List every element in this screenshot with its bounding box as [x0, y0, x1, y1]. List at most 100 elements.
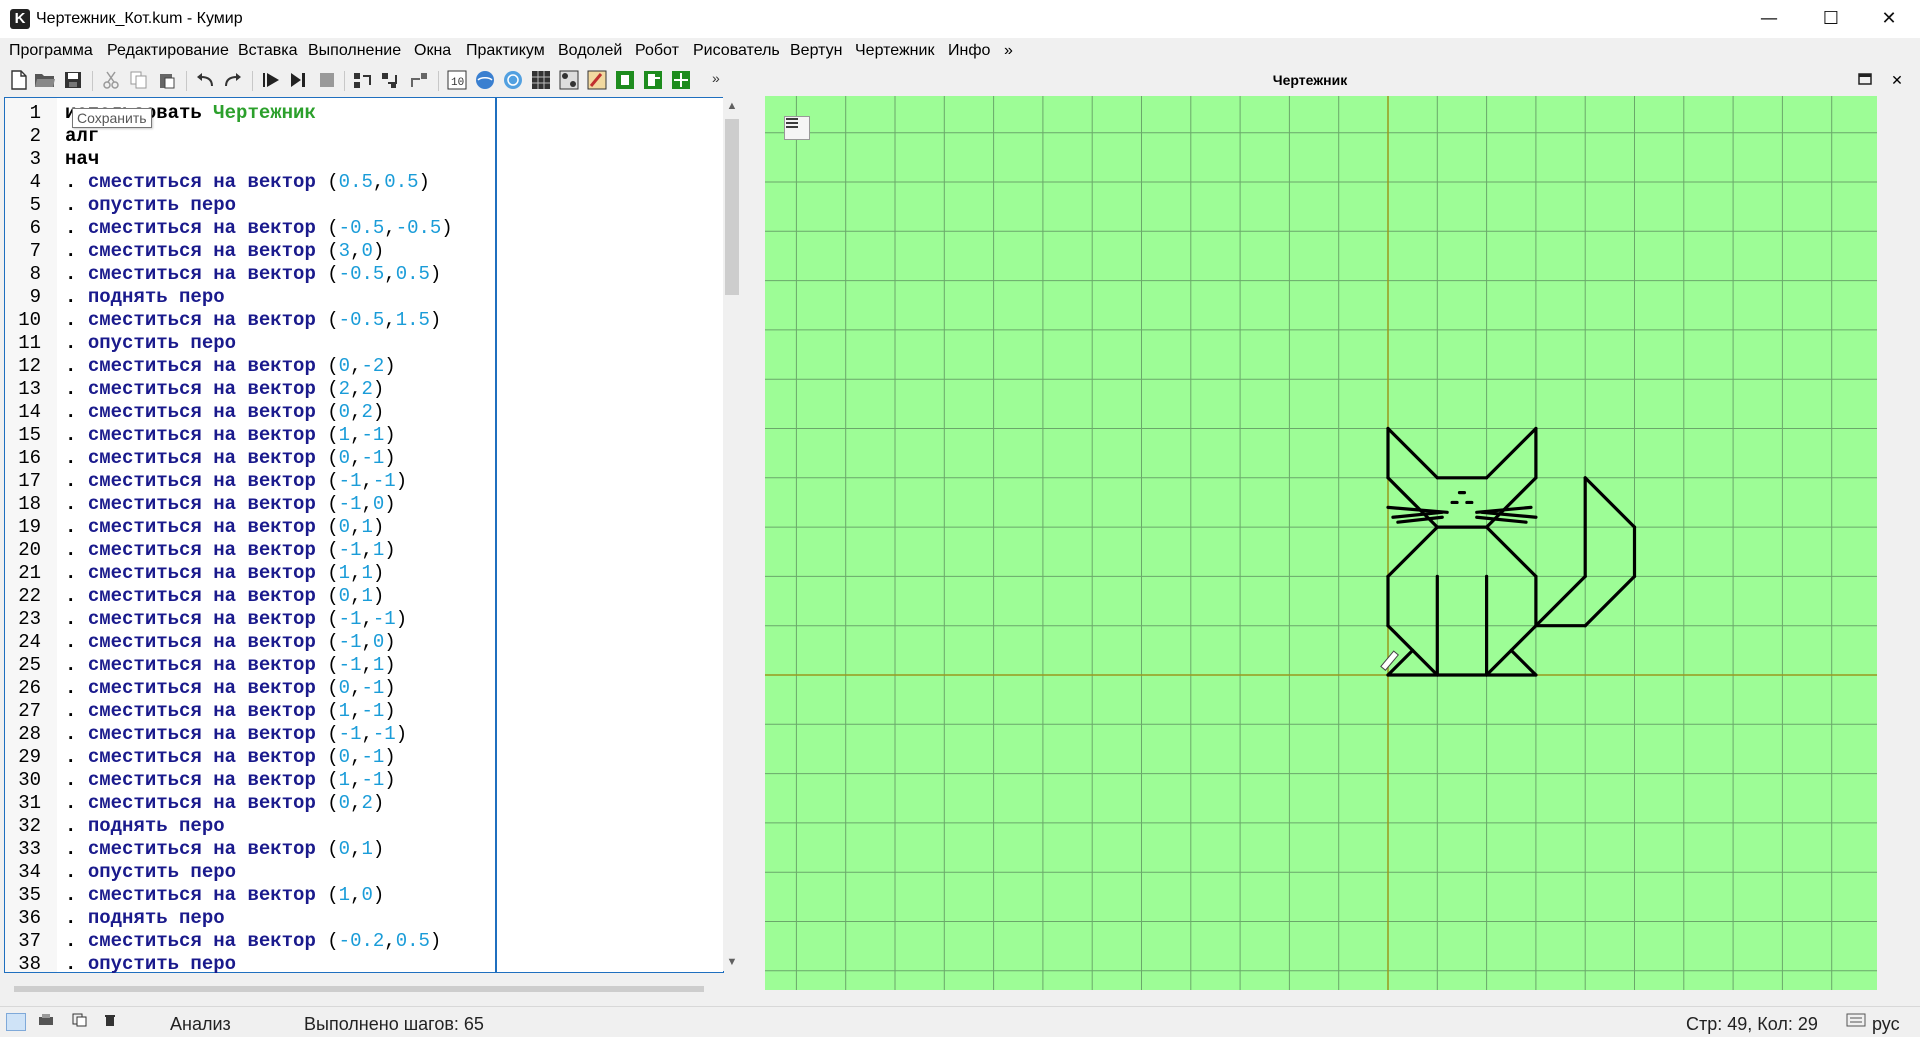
menu-more[interactable]: » [1004, 42, 1013, 60]
code-line[interactable]: . сместиться на вектор (1,0) [65, 884, 495, 907]
status-mode: Анализ [170, 1014, 231, 1034]
variables-icon[interactable]: 10 [446, 69, 468, 91]
code-line[interactable]: . сместиться на вектор (0,-1) [65, 677, 495, 700]
menu-practicum[interactable]: Практикум [466, 42, 545, 60]
painter-icon[interactable] [586, 69, 608, 91]
turtle-icon[interactable] [642, 69, 664, 91]
menu-vertun[interactable]: Вертун [790, 42, 842, 60]
editor-vertical-scrollbar[interactable]: ▲ ▼ [723, 97, 741, 971]
toolbar-more-button[interactable]: » [712, 70, 720, 86]
undo-icon[interactable] [194, 69, 216, 91]
stop-icon[interactable] [316, 69, 338, 91]
copy-icon[interactable] [128, 69, 150, 91]
code-line[interactable]: . сместиться на вектор (-0.5,-0.5) [65, 217, 495, 240]
code-line[interactable]: . сместиться на вектор (1,-1) [65, 700, 495, 723]
code-line[interactable]: . сместиться на вектор (-1,-1) [65, 723, 495, 746]
panel-close-icon[interactable]: ✕ [1888, 71, 1906, 89]
open-file-icon[interactable] [34, 69, 56, 91]
scroll-down-arrow-icon[interactable]: ▼ [723, 953, 741, 971]
cut-icon[interactable] [100, 69, 122, 91]
code-line[interactable]: . сместиться на вектор (0,1) [65, 516, 495, 539]
hscroll-thumb[interactable] [14, 986, 704, 992]
code-line[interactable]: нач [65, 148, 495, 171]
close-button[interactable]: ✕ [1866, 0, 1912, 38]
canvas-menu-button[interactable] [784, 116, 810, 140]
chertezhnik-icon[interactable] [670, 69, 692, 91]
step-out-icon[interactable] [408, 69, 430, 91]
minimize-button[interactable]: — [1746, 0, 1792, 38]
scroll-up-arrow-icon[interactable]: ▲ [723, 97, 741, 115]
code-line[interactable]: . сместиться на вектор (1,-1) [65, 424, 495, 447]
code-line[interactable]: . сместиться на вектор (0,2) [65, 401, 495, 424]
code-line[interactable]: . сместиться на вектор (0,-1) [65, 447, 495, 470]
code-line[interactable]: . сместиться на вектор (1,1) [65, 562, 495, 585]
menu-robot[interactable]: Робот [635, 42, 679, 60]
vodoley-icon[interactable] [614, 69, 636, 91]
menu-insert[interactable]: Вставка [238, 42, 297, 60]
drawer-panel-title: Чертежник [1272, 72, 1348, 88]
maximize-button[interactable]: ☐ [1808, 0, 1854, 38]
print-icon[interactable] [38, 1013, 56, 1029]
code-text[interactable]: использовать Чертежникалгнач. сместиться… [65, 102, 495, 976]
code-line[interactable]: . сместиться на вектор (-1,0) [65, 493, 495, 516]
hamburger-icon [786, 118, 798, 128]
drawer-canvas[interactable] [765, 96, 1877, 990]
code-line[interactable]: . сместиться на вектор (3,0) [65, 240, 495, 263]
robot-icon[interactable] [474, 69, 496, 91]
code-line[interactable]: . сместиться на вектор (0,-1) [65, 746, 495, 769]
code-line[interactable]: . сместиться на вектор (-0.5,0.5) [65, 263, 495, 286]
step-in-icon[interactable] [380, 69, 402, 91]
code-line[interactable]: . сместиться на вектор (0.5,0.5) [65, 171, 495, 194]
console-icon[interactable] [6, 1013, 26, 1031]
code-line[interactable]: . сместиться на вектор (0,2) [65, 792, 495, 815]
code-line[interactable]: . сместиться на вектор (-1,1) [65, 539, 495, 562]
code-line[interactable]: . сместиться на вектор (0,1) [65, 585, 495, 608]
menu-run[interactable]: Выполнение [308, 42, 401, 60]
save-icon[interactable] [62, 69, 84, 91]
run-step-icon[interactable] [288, 69, 310, 91]
line-numbers: 1 2 3 4 5 6 7 8 9 10 11 12 13 14 15 16 17 18 19 20 21 22 23 24 2… [5, 102, 41, 976]
new-file-icon[interactable] [8, 69, 30, 91]
menu-chertezhnik[interactable]: Чертежник [855, 42, 934, 60]
menu-windows[interactable]: Окна [414, 42, 451, 60]
code-line[interactable]: . сместиться на вектор (2,2) [65, 378, 495, 401]
menu-program[interactable]: Программа [9, 42, 93, 60]
svg-text:10: 10 [451, 77, 464, 89]
code-line[interactable]: . опустить перо [65, 194, 495, 217]
code-line[interactable]: . поднять перо [65, 286, 495, 309]
editor-horizontal-scrollbar[interactable] [4, 984, 722, 996]
code-line[interactable]: . сместиться на вектор (-1,1) [65, 654, 495, 677]
scroll-thumb[interactable] [725, 119, 739, 295]
copy-output-icon[interactable] [72, 1013, 90, 1029]
code-line[interactable]: . поднять перо [65, 907, 495, 930]
code-line[interactable]: . опустить перо [65, 861, 495, 884]
menu-vodoley[interactable]: Водолей [558, 42, 622, 60]
code-line[interactable]: . поднять перо [65, 815, 495, 838]
code-line[interactable]: . сместиться на вектор (-0.5,1.5) [65, 309, 495, 332]
code-line[interactable]: . сместиться на вектор (-1,-1) [65, 470, 495, 493]
palette-icon[interactable] [558, 69, 580, 91]
code-line[interactable]: . сместиться на вектор (0,-2) [65, 355, 495, 378]
menu-painter[interactable]: Рисователь [693, 42, 780, 60]
code-line[interactable]: . сместиться на вектор (-1,-1) [65, 608, 495, 631]
paste-icon[interactable] [156, 69, 178, 91]
code-line[interactable]: . опустить перо [65, 953, 495, 976]
redo-icon[interactable] [222, 69, 244, 91]
code-line[interactable]: . сместиться на вектор (-0.2,0.5) [65, 930, 495, 953]
code-line[interactable]: . сместиться на вектор (0,1) [65, 838, 495, 861]
grid-icon[interactable] [530, 69, 552, 91]
code-line[interactable]: алг [65, 125, 495, 148]
canvas-background [765, 96, 1877, 990]
line-number: 23 [18, 608, 41, 630]
code-line[interactable]: . опустить перо [65, 332, 495, 355]
trash-icon[interactable] [104, 1013, 122, 1029]
code-editor[interactable]: 1 2 3 4 5 6 7 8 9 10 11 12 13 14 15 16 17 18 19 20 21 22 23 24 2… [4, 97, 724, 976]
drawer-icon[interactable] [502, 69, 524, 91]
code-line[interactable]: . сместиться на вектор (-1,0) [65, 631, 495, 654]
code-line[interactable]: . сместиться на вектор (1,-1) [65, 769, 495, 792]
step-over-icon[interactable] [352, 69, 374, 91]
menu-edit[interactable]: Редактирование [107, 42, 229, 60]
undock-icon[interactable] [1856, 71, 1874, 89]
run-icon[interactable] [260, 69, 282, 91]
menu-info[interactable]: Инфо [948, 42, 990, 60]
